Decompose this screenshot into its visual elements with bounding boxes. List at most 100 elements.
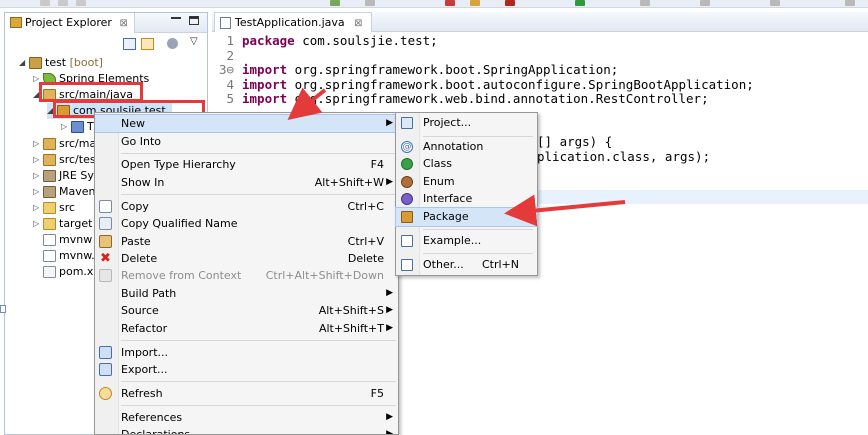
menu-item-label: Open Type Hierarchy: [121, 158, 236, 171]
editor-tab[interactable]: TestApplication.java ⊠: [214, 12, 372, 32]
submenu-item-label: Annotation: [423, 140, 484, 153]
submenu-item-other[interactable]: Other... Ctrl+N: [396, 256, 537, 274]
expand-arrow-icon[interactable]: ▷: [33, 168, 43, 184]
tree-item-mvnw[interactable]: mvnw: [43, 232, 92, 248]
code-line: 4 import org.springframework.boot.autocon…: [212, 76, 753, 93]
new-submenu: Project... @ Annotation Class Enum Interf…: [395, 112, 538, 276]
menu-item-export[interactable]: Export...: [95, 361, 398, 378]
collapse-all-icon[interactable]: [123, 38, 136, 50]
toolbar-button[interactable]: [470, 0, 480, 6]
copy-qualified-icon: [99, 217, 112, 230]
sash-handle[interactable]: [0, 305, 6, 313]
xml-file-icon: [43, 266, 56, 278]
toolbar-button[interactable]: [770, 0, 780, 6]
tree-item-src-main-2[interactable]: ▷ src/mai: [33, 136, 99, 152]
submenu-item-annotation[interactable]: @ Annotation: [396, 138, 537, 156]
chevron-down-icon[interactable]: ▽: [190, 36, 203, 48]
toolbar-button[interactable]: [58, 0, 68, 6]
toolbar-button[interactable]: [575, 0, 585, 6]
submenu-item-example[interactable]: Example...: [396, 232, 537, 250]
expand-arrow-icon[interactable]: ▷: [33, 152, 43, 168]
view-menu-icon[interactable]: [167, 38, 178, 49]
menu-item-import[interactable]: Import...: [95, 344, 398, 361]
expand-arrow-icon[interactable]: ▷: [61, 119, 71, 135]
menu-item-label: Build Path: [121, 287, 177, 300]
menu-item-refresh[interactable]: Refresh F5: [95, 385, 398, 402]
example-icon: [401, 235, 413, 247]
toolbar-button[interactable]: [445, 0, 455, 6]
menu-item-open-type-hierarchy[interactable]: Open Type Hierarchy F4: [95, 156, 398, 173]
tree-item-label: Maven: [59, 185, 96, 198]
project-explorer-header: Project Explorer ⊠: [5, 13, 207, 33]
class-icon: [401, 158, 413, 170]
menu-item-shortcut: Ctrl+V: [347, 235, 384, 248]
menu-item-references[interactable]: References ▶: [95, 409, 398, 426]
submenu-arrow-icon: ▶: [386, 412, 393, 422]
menu-item-build-path[interactable]: Build Path ▶: [95, 285, 398, 302]
source-folder-icon: [43, 138, 56, 150]
menu-item-new[interactable]: New ▶: [95, 114, 398, 133]
toolbar-button[interactable]: [700, 0, 710, 6]
toolbar-button[interactable]: [330, 0, 340, 6]
toolbar-button[interactable]: [76, 0, 86, 6]
refresh-icon: [99, 387, 112, 400]
menu-item-shortcut: Alt+Shift+W: [314, 176, 384, 189]
tree-item-project[interactable]: ◢ test [boot]: [19, 55, 103, 71]
menu-separator: [121, 381, 396, 382]
tree-item-target[interactable]: ▷ target: [33, 216, 92, 232]
submenu-item-enum[interactable]: Enum: [396, 173, 537, 191]
menu-item-paste[interactable]: Paste Ctrl+V: [95, 233, 398, 250]
menu-item-refactor[interactable]: Refactor Alt+Shift+T ▶: [95, 320, 398, 337]
code-keyword: import: [242, 91, 288, 106]
menu-item-delete[interactable]: ✖ Delete Delete: [95, 250, 398, 267]
submenu-item-interface[interactable]: Interface: [396, 190, 537, 208]
maximize-icon[interactable]: [189, 16, 199, 25]
link-with-editor-icon[interactable]: [141, 38, 154, 50]
close-icon[interactable]: ⊠: [119, 18, 127, 29]
menu-item-copy-qualified-name[interactable]: Copy Qualified Name: [95, 215, 398, 232]
menu-item-copy[interactable]: Copy Ctrl+C: [95, 198, 398, 215]
menu-item-label: Delete: [121, 252, 158, 265]
toolbar-button[interactable]: [845, 0, 855, 6]
menu-item-label: Refresh: [121, 387, 163, 400]
expand-arrow-icon[interactable]: ◢: [19, 55, 29, 71]
submenu-item-package[interactable]: Package: [395, 207, 538, 227]
context-menu: New ▶ Go Into Open Type Hierarchy F4 Show …: [94, 112, 399, 435]
menu-item-declarations[interactable]: Declarations ▶: [95, 426, 398, 434]
other-wizard-icon: [401, 259, 413, 271]
close-icon[interactable]: ⊠: [354, 18, 362, 29]
tree-item-class-file[interactable]: ▷ T: [61, 119, 94, 135]
project-explorer-tab[interactable]: Project Explorer ⊠: [5, 13, 135, 33]
code-keyword: import: [242, 76, 288, 92]
toolbar-button[interactable]: [40, 0, 50, 6]
expand-arrow-icon[interactable]: ▷: [33, 216, 43, 232]
submenu-item-class[interactable]: Class: [396, 155, 537, 173]
expand-arrow-icon[interactable]: ▷: [33, 200, 43, 216]
enum-icon: [401, 176, 413, 188]
tree-item-src[interactable]: ▷ src: [33, 200, 75, 216]
toolbar-button[interactable]: [365, 0, 375, 6]
tree-item-src-test[interactable]: ▷ src/test: [33, 152, 100, 168]
menu-separator: [121, 340, 396, 341]
tree-item-jre[interactable]: ▷ JRE Sys: [33, 168, 100, 184]
tree-item-mvnw-cmd[interactable]: mvnw.c: [43, 248, 101, 264]
menu-separator: [423, 136, 533, 137]
code-line: 2: [212, 48, 242, 64]
submenu-arrow-icon: ▶: [386, 177, 393, 187]
tree-item-maven[interactable]: ▷ Maven: [33, 184, 95, 200]
expand-arrow-icon[interactable]: ▷: [33, 184, 43, 200]
code-text: plication.class, args);: [537, 149, 711, 164]
toolbar-button[interactable]: [640, 0, 650, 6]
tree-item-suffix: [boot]: [66, 56, 103, 69]
code-text: org.springframework.web.bind.annotation.…: [287, 91, 709, 106]
expand-arrow-icon[interactable]: ▷: [33, 136, 43, 152]
submenu-item-project[interactable]: Project...: [396, 114, 537, 132]
explorer-toolbar: ▽: [5, 33, 207, 55]
minimize-icon[interactable]: [171, 17, 181, 19]
menu-item-remove-from-context: Remove from Context Ctrl+Alt+Shift+Down: [95, 267, 398, 284]
menu-item-show-in[interactable]: Show In Alt+Shift+W ▶: [95, 174, 398, 191]
menu-item-go-into[interactable]: Go Into: [95, 133, 398, 150]
submenu-arrow-icon: ▶: [386, 118, 393, 128]
menu-item-source[interactable]: Source Alt+Shift+S ▶: [95, 302, 398, 319]
toolbar-button[interactable]: [505, 0, 515, 6]
